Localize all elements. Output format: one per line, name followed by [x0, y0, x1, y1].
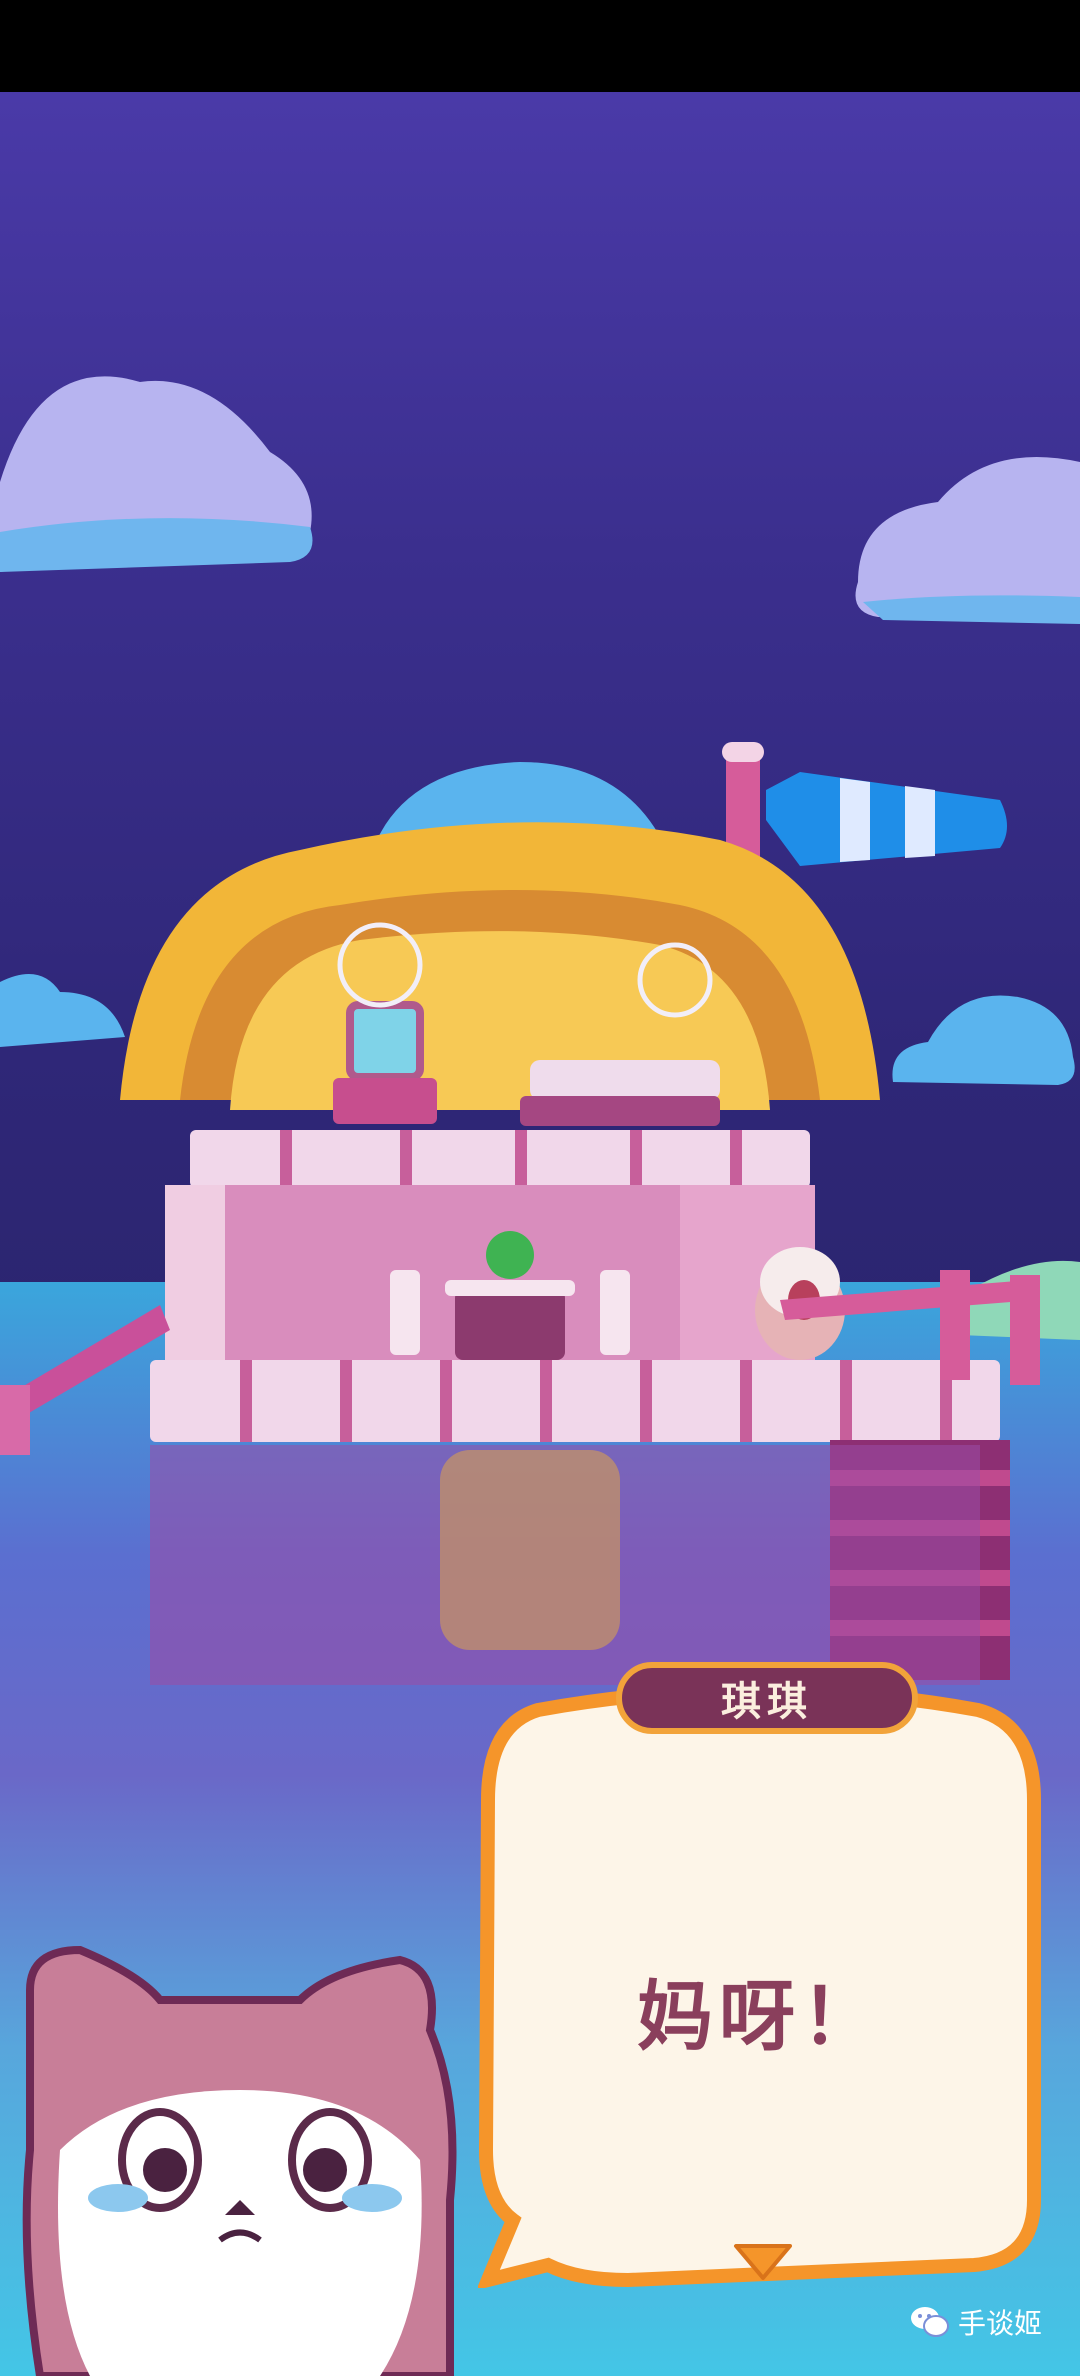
speaker-name-tag: 琪琪: [616, 1662, 918, 1734]
wechat-icon: [910, 2307, 949, 2337]
chevron-down-icon[interactable]: [732, 2240, 794, 2284]
speaker-name: 琪琪: [721, 1679, 813, 1725]
watermark-label: 手谈姬: [957, 2307, 1042, 2340]
status-bar: [0, 0, 1080, 92]
watermark: 手谈姬: [910, 2302, 1042, 2342]
dialog-text: 妈呀！: [637, 1972, 883, 2061]
